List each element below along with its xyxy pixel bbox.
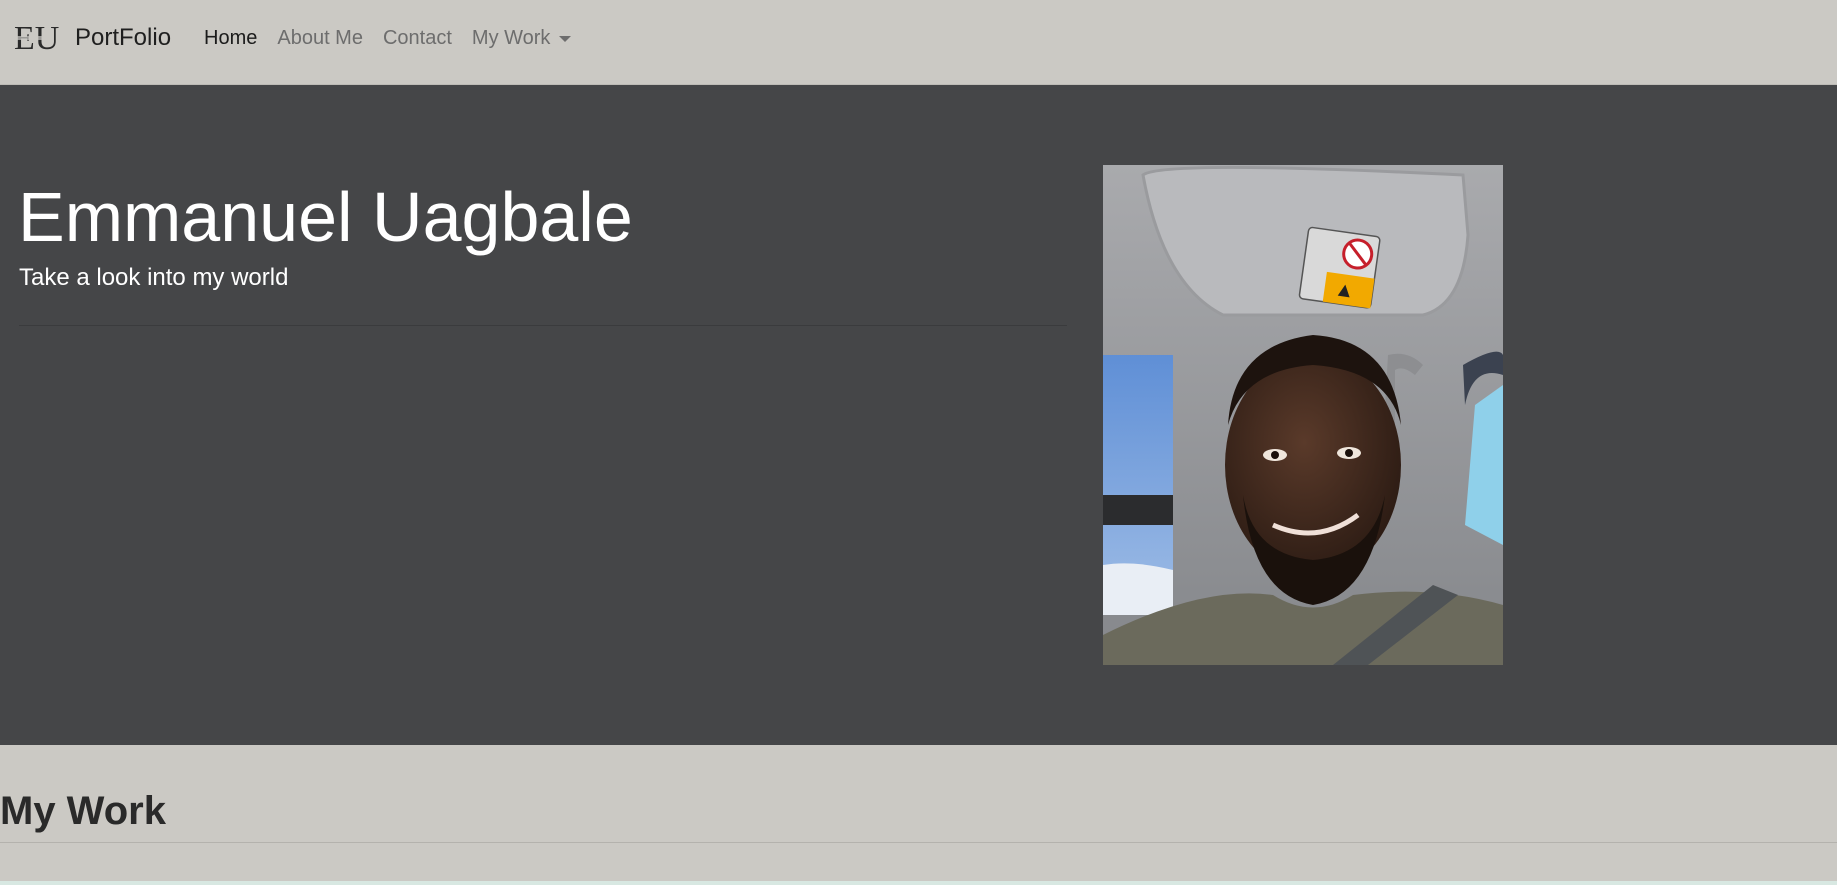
hero-title: Emmanuel Uagbale — [18, 178, 633, 256]
nav-about-link[interactable]: About Me — [267, 25, 373, 51]
nav-my-work-label: My Work — [471, 27, 551, 49]
brand-logo-icon: EU — [14, 20, 59, 57]
brand-logo[interactable]: EU — [14, 18, 60, 58]
chevron-down-icon — [559, 36, 572, 42]
nav-my-work-dropdown[interactable]: My Work — [462, 25, 582, 51]
profile-photo-image — [1103, 165, 1503, 665]
airbag-sticker — [1298, 226, 1381, 309]
brand-name[interactable]: PortFolio — [75, 23, 171, 53]
hero-divider — [19, 325, 1067, 326]
nav-home-link[interactable]: Home — [204, 25, 267, 51]
section-divider — [0, 842, 1837, 843]
profile-photo — [1103, 165, 1503, 665]
next-section-edge — [0, 881, 1837, 885]
hero-section: Emmanuel Uagbale Take a look into my wor… — [0, 85, 1837, 745]
nav-contact-link[interactable]: Contact — [373, 25, 462, 51]
nav-links: Home About Me Contact My Work — [204, 25, 581, 51]
hero-subtitle: Take a look into my world — [19, 264, 289, 291]
top-navbar: EU PortFolio Home About Me Contact My Wo… — [0, 0, 1837, 85]
section-title-my-work: My Work — [0, 789, 166, 833]
